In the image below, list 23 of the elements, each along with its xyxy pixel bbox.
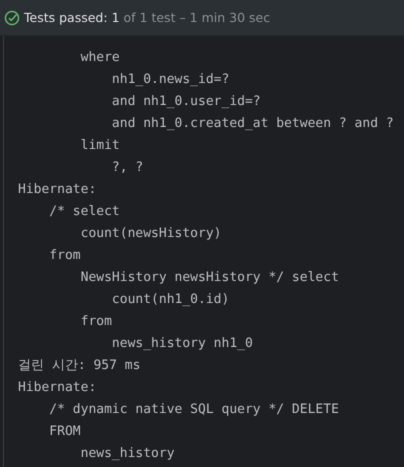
console-line: NewsHistory newsHistory */ select <box>80 269 340 287</box>
console-line: Hibernate: <box>18 379 98 397</box>
console-line: news_history <box>80 445 176 463</box>
console-line: 걸린 시간: 957 ms <box>18 357 142 375</box>
console-line: limit <box>80 137 121 155</box>
status-label: Tests passed: <box>24 10 108 25</box>
console-line: and nh1_0.user_id=? <box>110 93 262 111</box>
passed-count: 1 <box>112 10 120 25</box>
console-line: FROM <box>48 423 82 441</box>
console-line: /* select <box>48 203 121 221</box>
console-line: count(nh1_0.id) <box>110 291 230 309</box>
console-line: /* dynamic native SQL query */ DELETE <box>48 401 340 419</box>
console-line: from <box>48 247 82 265</box>
console-line: ?, ? <box>110 159 144 177</box>
console-line: and nh1_0.created_at between ? and ? <box>110 115 395 133</box>
console-line: from <box>80 313 113 331</box>
console-line: count(newsHistory) <box>80 225 222 243</box>
console-line: news_history nh1_0 <box>110 335 254 353</box>
status-summary: of 1 test – 1 min 30 sec <box>124 10 270 25</box>
console-line: Hibernate: <box>18 181 98 199</box>
console-line: nh1_0.news_id=? <box>110 71 230 89</box>
check-circle-icon <box>4 10 20 26</box>
console-line: where <box>80 49 121 67</box>
